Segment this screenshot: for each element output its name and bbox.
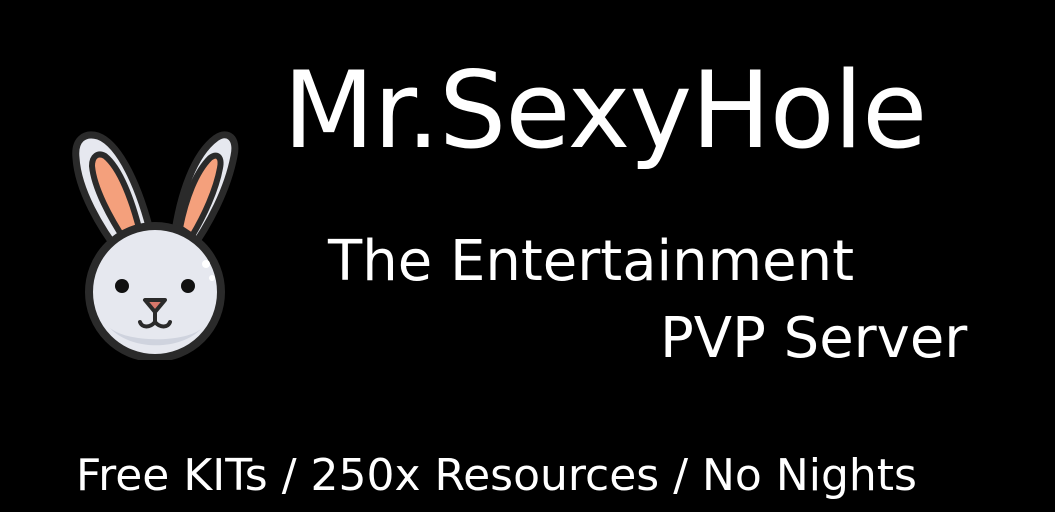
server-title: Mr.SexyHole <box>283 49 927 172</box>
rabbit-left-eye <box>115 279 129 293</box>
server-tagline-line2: PVP Server <box>660 306 968 371</box>
server-features: Free KITs / 250x Resources / No Nights <box>76 450 917 501</box>
rabbit-icon <box>72 131 239 360</box>
rabbit-logo <box>70 128 240 360</box>
server-tagline-line1: The Entertainment <box>328 229 855 294</box>
rabbit-right-eye <box>181 279 195 293</box>
server-banner: Mr.SexyHole The Entertainment PVP Server… <box>0 0 1055 512</box>
rabbit-head <box>85 222 225 360</box>
